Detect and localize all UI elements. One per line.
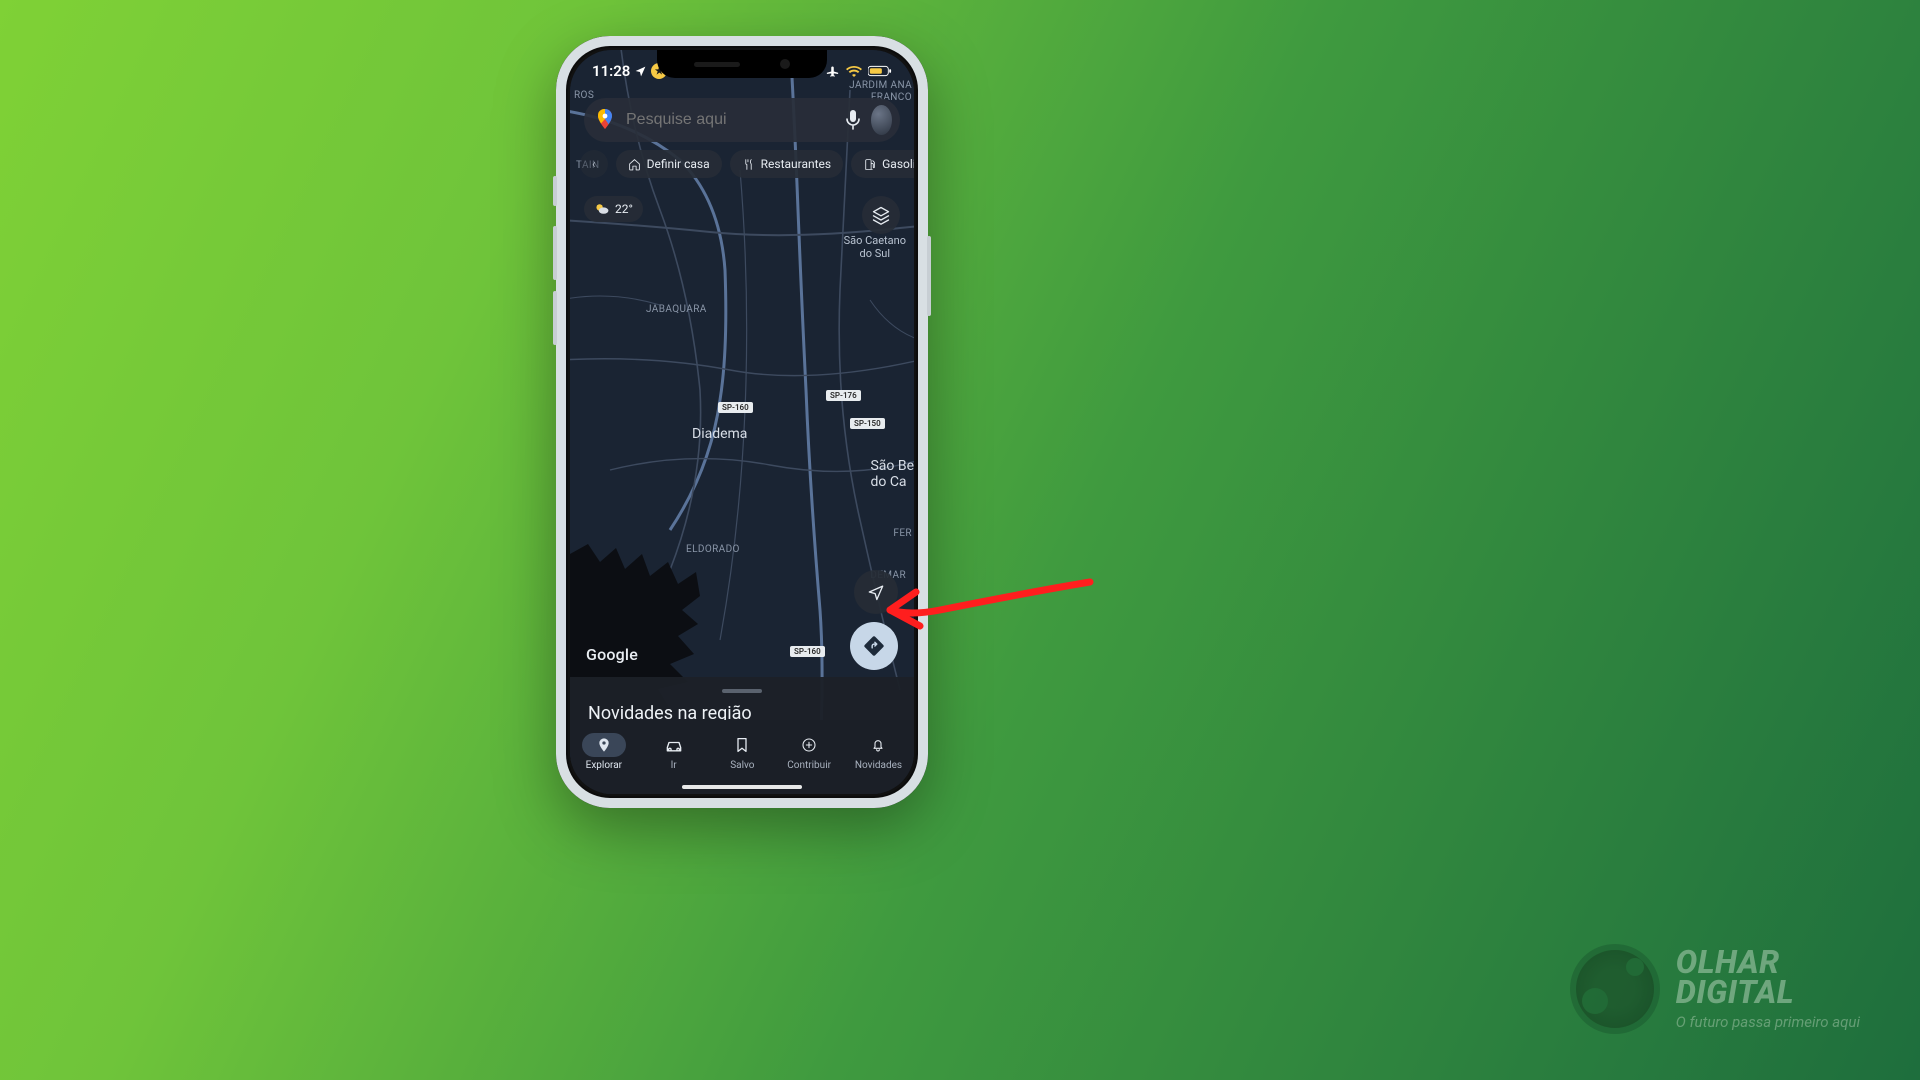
google-watermark: Google	[586, 645, 638, 664]
nav-label: Contribuir	[787, 760, 831, 771]
power-button	[927, 236, 931, 316]
weather-sun-cloud-icon	[594, 202, 610, 216]
map-label-jabaquara: JABAQUARA	[646, 304, 707, 315]
layers-icon	[871, 205, 891, 225]
gas-pump-icon	[863, 158, 876, 171]
car-icon	[664, 737, 684, 753]
watermark-line2: DIGITAL	[1676, 977, 1860, 1007]
canvas: 11:28 ★	[0, 0, 1920, 1080]
airplane-icon	[825, 64, 840, 79]
road-tag-sp150: SP-150	[850, 418, 885, 429]
olhar-digital-watermark: OLHAR DIGITAL O futuro passa primeiro aq…	[1570, 944, 1860, 1034]
category-chips: ‹ Definir casa Restaurantes Gasolina ›	[570, 150, 914, 178]
mic-icon[interactable]	[845, 110, 861, 130]
nav-label: Novidades	[855, 760, 902, 771]
chip-label: Gasolina	[882, 157, 914, 171]
location-arrow-icon	[634, 65, 647, 78]
nav-label: Explorar	[586, 760, 622, 771]
fork-knife-icon	[742, 158, 755, 171]
olhar-digital-logo-icon	[1570, 944, 1660, 1034]
battery-icon	[868, 65, 892, 77]
search-input[interactable]	[624, 110, 835, 130]
layers-button[interactable]	[862, 196, 900, 234]
chip-definir-casa[interactable]: Definir casa	[616, 150, 722, 178]
mute-switch	[553, 176, 557, 206]
nav-contribuir[interactable]: Contribuir	[787, 733, 831, 771]
phone-screen: 11:28 ★	[570, 50, 914, 794]
pin-icon	[596, 737, 612, 753]
map-city-diadema: Diadema	[692, 426, 747, 442]
home-indicator[interactable]	[682, 785, 802, 789]
plus-circle-icon	[801, 737, 817, 753]
nav-novidades[interactable]: Novidades	[855, 733, 902, 771]
nav-label: Ir	[671, 760, 677, 771]
status-time: 11:28	[592, 62, 630, 80]
volume-down	[553, 291, 557, 345]
nav-label: Salvo	[730, 760, 754, 771]
road-tag-sp160b: SP-160	[790, 646, 825, 657]
bell-icon	[870, 737, 886, 753]
weather-temp: 22°	[615, 202, 633, 216]
sheet-handle[interactable]	[722, 689, 762, 693]
chip-restaurantes[interactable]: Restaurantes	[730, 150, 844, 178]
volume-up	[553, 226, 557, 280]
maps-pin-icon	[596, 109, 614, 131]
home-icon	[628, 158, 641, 171]
annotation-arrow	[880, 570, 1100, 660]
map-label-eldorado: ELDORADO	[686, 544, 740, 555]
weather-pill[interactable]: 22°	[584, 196, 643, 222]
nav-explorar[interactable]: Explorar	[582, 733, 626, 771]
nav-ir[interactable]: Ir	[650, 733, 698, 771]
road-tag-sp176: SP-176	[826, 390, 861, 401]
wifi-icon	[846, 65, 862, 77]
bottom-nav: Explorar Ir Salvo Contribuir Novidades	[570, 720, 914, 794]
map-city-sbc: São Be do Ca	[870, 458, 914, 490]
watermark-tagline: O futuro passa primeiro aqui	[1676, 1013, 1860, 1031]
notch	[657, 50, 827, 78]
chip-label: Restaurantes	[761, 157, 832, 171]
profile-avatar[interactable]	[871, 105, 892, 135]
phone-frame: 11:28 ★	[556, 36, 928, 808]
chip-gasolina[interactable]: Gasolina	[851, 150, 914, 178]
map-city-scs: São Caetano do Sul	[844, 234, 906, 260]
chip-label: Definir casa	[647, 157, 710, 171]
search-bar[interactable]	[584, 98, 900, 142]
nav-salvo[interactable]: Salvo	[721, 733, 763, 771]
bookmark-icon	[735, 737, 749, 753]
chip-prev-edge[interactable]: ‹	[580, 150, 608, 178]
road-tag-sp160: SP-160	[718, 402, 753, 413]
map-label-fer: FER	[893, 528, 912, 539]
